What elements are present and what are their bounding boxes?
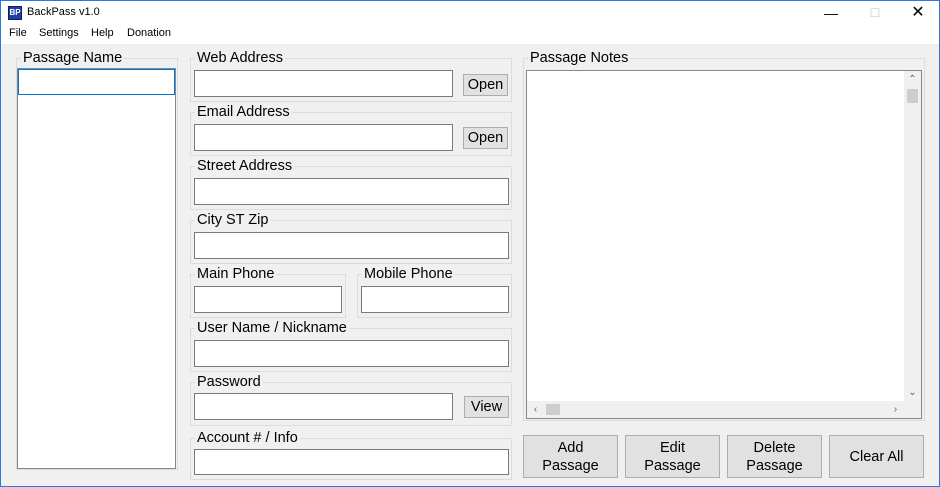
menu-file[interactable]: File: [9, 27, 27, 39]
window-title: BackPass v1.0: [27, 6, 100, 18]
view-password-button[interactable]: View: [464, 396, 509, 418]
scroll-up-icon[interactable]: ⌃: [904, 71, 921, 88]
app-window: BP BackPass v1.0 — ☐ ✕ File Settings Hel…: [0, 0, 940, 487]
open-email-button[interactable]: Open: [463, 127, 508, 149]
account-info-input[interactable]: [194, 449, 509, 475]
delete-passage-line1: Delete: [753, 439, 796, 456]
passage-notes-textarea[interactable]: ⌃ ⌄ ‹ ›: [526, 70, 922, 419]
street-address-label: Street Address: [195, 158, 295, 174]
password-input[interactable]: [194, 393, 453, 420]
edit-passage-line2: Passage: [644, 457, 701, 474]
password-label: Password: [195, 374, 263, 390]
notes-horizontal-scrollbar[interactable]: ‹ ›: [527, 401, 904, 418]
add-passage-button[interactable]: Add Passage: [523, 435, 618, 478]
edit-passage-line1: Edit: [660, 439, 685, 456]
close-button[interactable]: ✕: [896, 1, 940, 25]
scroll-left-icon[interactable]: ‹: [527, 401, 544, 418]
passage-name-input[interactable]: [18, 69, 175, 95]
street-address-input[interactable]: [194, 178, 509, 205]
email-address-label: Email Address: [195, 104, 292, 120]
menu-settings[interactable]: Settings: [39, 27, 79, 39]
main-phone-label: Main Phone: [195, 266, 277, 282]
menu-help[interactable]: Help: [91, 27, 114, 39]
mobile-phone-label: Mobile Phone: [362, 266, 455, 282]
clear-all-button[interactable]: Clear All: [829, 435, 924, 478]
maximize-button[interactable]: ☐: [853, 1, 897, 25]
minimize-button[interactable]: —: [809, 1, 853, 25]
city-st-zip-input[interactable]: [194, 232, 509, 259]
scroll-corner: [904, 401, 921, 418]
notes-vertical-scrollbar[interactable]: ⌃ ⌄: [904, 71, 921, 401]
city-st-zip-label: City ST Zip: [195, 212, 271, 228]
account-info-label: Account # / Info: [195, 430, 300, 446]
main-phone-input[interactable]: [194, 286, 342, 313]
mobile-phone-input[interactable]: [361, 286, 509, 313]
email-address-input[interactable]: [194, 124, 453, 151]
scroll-right-icon[interactable]: ›: [887, 401, 904, 418]
notes-vertical-scroll-thumb[interactable]: [907, 89, 918, 103]
add-passage-line2: Passage: [542, 457, 599, 474]
delete-passage-line2: Passage: [746, 457, 803, 474]
notes-horizontal-scroll-thumb[interactable]: [546, 404, 560, 415]
passage-name-label: Passage Name: [21, 50, 125, 66]
passage-list[interactable]: [17, 68, 176, 469]
menu-donation[interactable]: Donation: [127, 27, 171, 39]
web-address-input[interactable]: [194, 70, 453, 97]
passage-notes-label: Passage Notes: [528, 50, 631, 66]
menu-bar: File Settings Help Donation: [1, 25, 939, 44]
user-name-label: User Name / Nickname: [195, 320, 349, 336]
scroll-down-icon[interactable]: ⌄: [904, 384, 921, 401]
web-address-label: Web Address: [195, 50, 285, 66]
open-web-button[interactable]: Open: [463, 74, 508, 96]
user-name-input[interactable]: [194, 340, 509, 367]
add-passage-line1: Add: [557, 439, 584, 456]
app-icon: BP: [8, 6, 22, 20]
edit-passage-button[interactable]: Edit Passage: [625, 435, 720, 478]
title-bar[interactable]: BP BackPass v1.0 — ☐ ✕: [1, 1, 939, 25]
delete-passage-button[interactable]: Delete Passage: [727, 435, 822, 478]
